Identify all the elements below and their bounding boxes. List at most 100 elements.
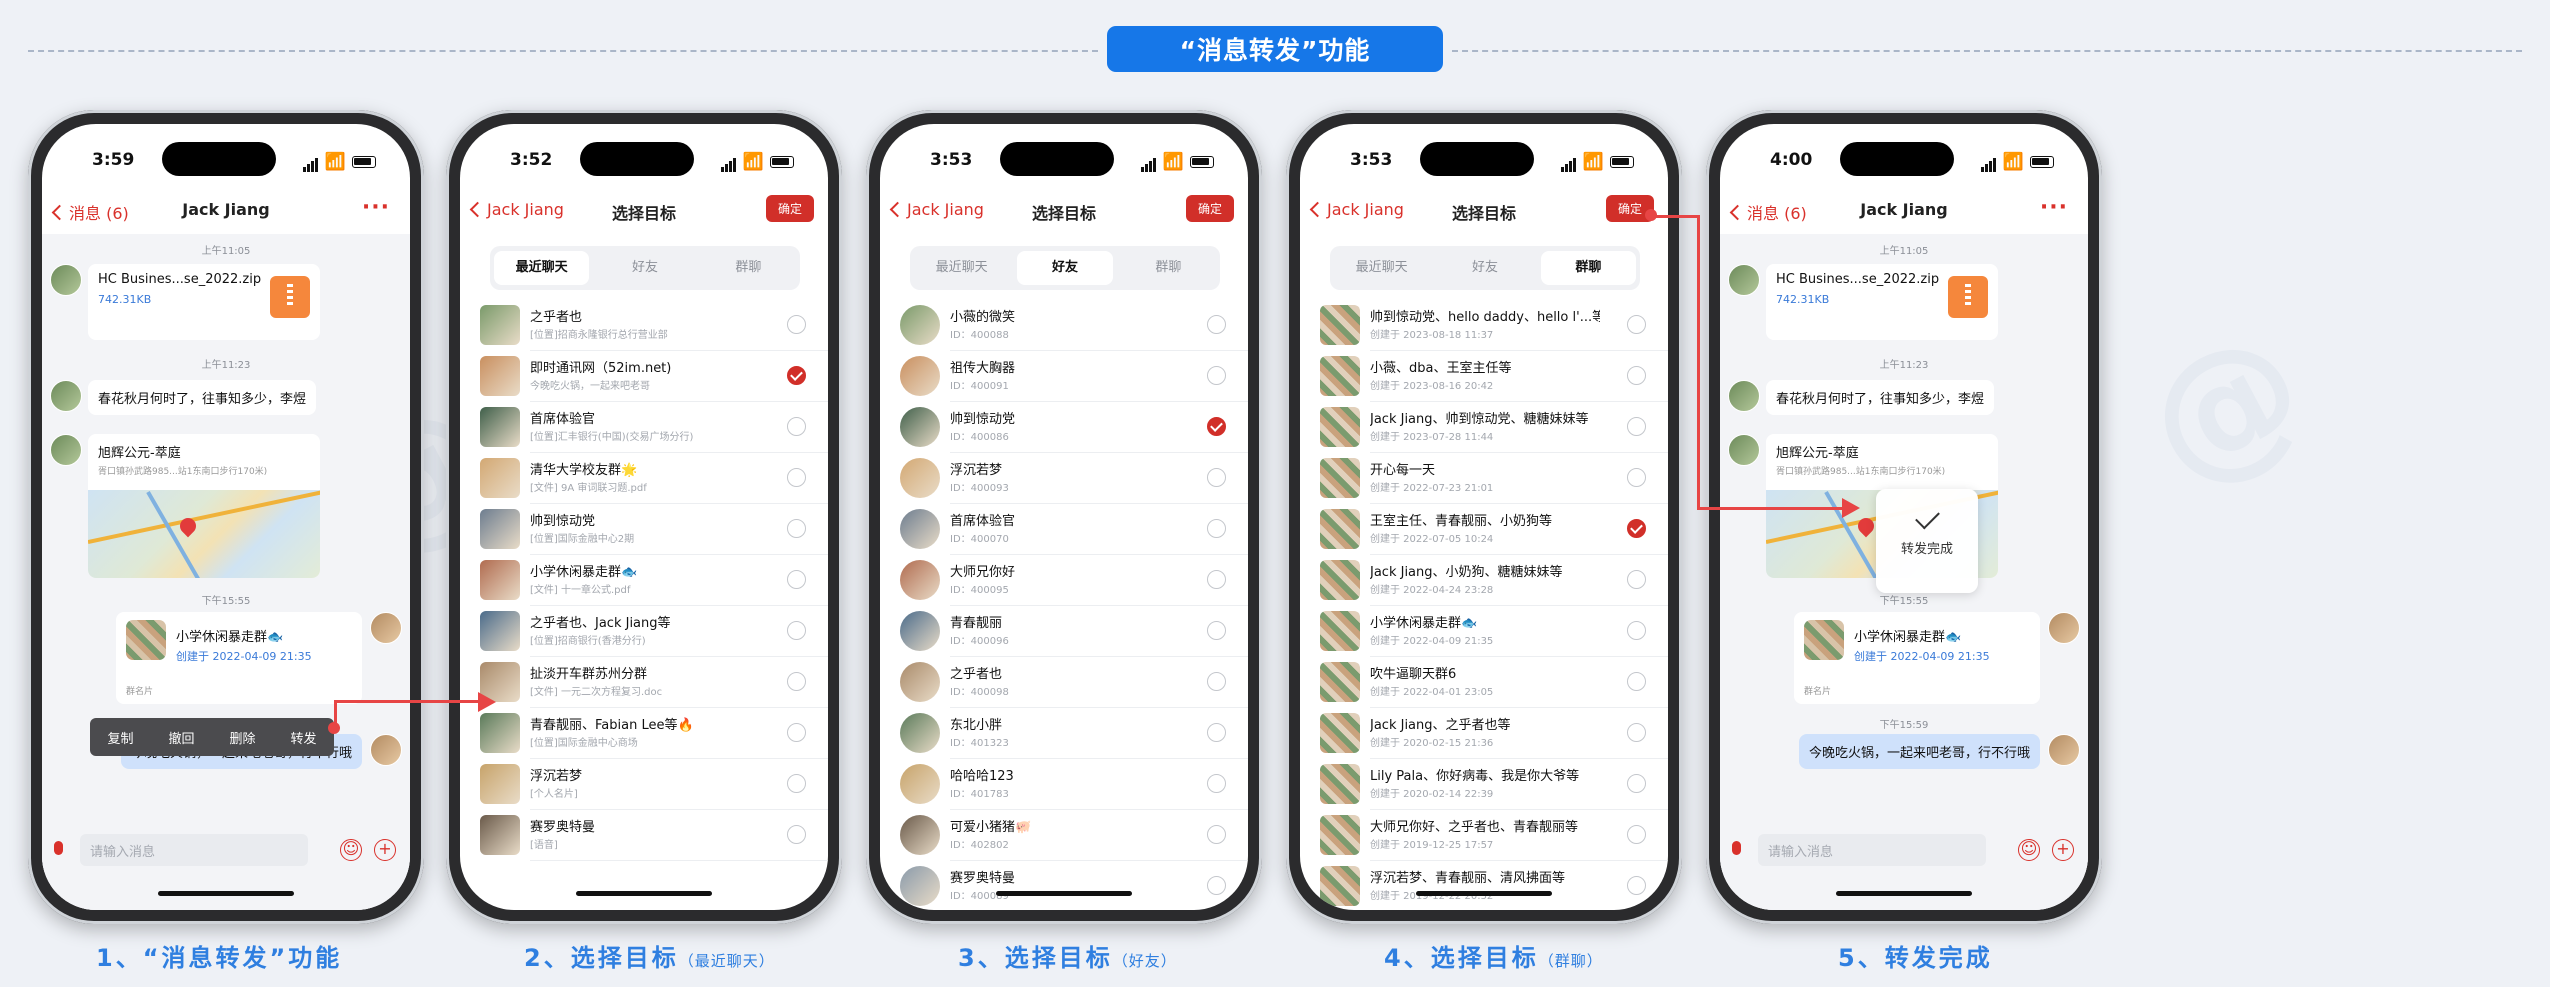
list-row[interactable]: 小薇、dba、王室主任等 创建于 2023-08-16 20:42 (1300, 351, 1668, 402)
radio-unchecked-icon[interactable] (1207, 876, 1226, 895)
avatar[interactable] (50, 380, 82, 412)
list-row[interactable]: 首席体验官 ID：400070 (880, 504, 1248, 555)
list-row[interactable]: 大师兄你好 ID：400095 (880, 555, 1248, 606)
group-card-message[interactable]: 小学休闲暴走群🐟 创建于 2022-04-09 21:35 群名片 (116, 612, 362, 704)
radio-unchecked-icon[interactable] (1627, 723, 1646, 742)
plus-icon[interactable]: + (374, 839, 396, 861)
radio-checked-icon[interactable] (1627, 519, 1646, 538)
emoji-icon[interactable]: ☺ (2018, 839, 2040, 861)
radio-unchecked-icon[interactable] (1207, 570, 1226, 589)
radio-unchecked-icon[interactable] (1627, 366, 1646, 385)
tab-groups[interactable]: 群聊 (1121, 251, 1216, 285)
microphone-icon[interactable] (54, 841, 63, 855)
avatar[interactable] (2048, 612, 2080, 644)
list-row[interactable]: 帅到惊动党、hello daddy、hello l'...等 创建于 2023-0… (1300, 300, 1668, 351)
radio-unchecked-icon[interactable] (1207, 672, 1226, 691)
file-message[interactable]: HC Busines...se_2022.zip 742.31KB (1766, 264, 1998, 340)
list-row[interactable]: 王室主任、青春靓丽、小奶狗等 创建于 2022-07-05 10:24 (1300, 504, 1668, 555)
avatar[interactable] (1728, 264, 1760, 296)
avatar[interactable] (370, 734, 402, 766)
radio-unchecked-icon[interactable] (1627, 621, 1646, 640)
radio-checked-icon[interactable] (787, 366, 806, 385)
radio-unchecked-icon[interactable] (787, 417, 806, 436)
list-row[interactable]: 之乎者也、Jack Jiang等 [位置]招商银行(香港分行) (460, 606, 828, 657)
list-row[interactable]: 小学休闲暴走群🐟 [文件] 十一章公式.pdf (460, 555, 828, 606)
list-row[interactable]: 吹牛逼聊天群6 创建于 2022-04-01 23:05 (1300, 657, 1668, 708)
list-row[interactable]: 帅到惊动党 ID：400086 (880, 402, 1248, 453)
radio-unchecked-icon[interactable] (787, 570, 806, 589)
avatar[interactable] (1728, 380, 1760, 412)
list-row[interactable]: 首席体验官 [位置]汇丰银行(中国)(交易广场分行) (460, 402, 828, 453)
list-row[interactable]: 之乎者也 [位置]招商永隆银行总行营业部 (460, 300, 828, 351)
radio-unchecked-icon[interactable] (787, 825, 806, 844)
radio-unchecked-icon[interactable] (787, 774, 806, 793)
list-row[interactable]: 帅到惊动党 [位置]国际金融中心2期 (460, 504, 828, 555)
list-row[interactable]: 浮沉若梦 ID：400093 (880, 453, 1248, 504)
location-message[interactable]: 旭辉公元-萃庭 胥口镇孙武路985...站1东南口步行170米) (88, 434, 320, 578)
list-row[interactable]: 大师兄你好、之乎者也、青春靓丽等 创建于 2019-12-25 17:57 (1300, 810, 1668, 861)
text-message[interactable]: 春花秋月何时了，往事知多少，李煜 (88, 380, 317, 415)
tab-friends[interactable]: 好友 (1437, 251, 1532, 285)
tab-recent[interactable]: 最近聊天 (494, 251, 590, 285)
radio-unchecked-icon[interactable] (787, 519, 806, 538)
tab-groups[interactable]: 群聊 (701, 251, 796, 285)
list-row[interactable]: Lily Pala、你好病毒、我是你大爷等 创建于 2020-02-14 22:3… (1300, 759, 1668, 810)
list-row[interactable]: 可爱小猪猪🐖 ID：402802 (880, 810, 1248, 861)
list-row[interactable]: Jack Jiang、小奶狗、糖糖妹妹等 创建于 2022-04-24 23:28 (1300, 555, 1668, 606)
emoji-icon[interactable]: ☺ (340, 839, 362, 861)
avatar[interactable] (50, 264, 82, 296)
menu-copy[interactable]: 复制 (107, 728, 133, 747)
microphone-icon[interactable] (1732, 841, 1741, 855)
list-row[interactable]: Jack Jiang、帅到惊动党、糖糖妹妹等 创建于 2023-07-28 11:… (1300, 402, 1668, 453)
radio-unchecked-icon[interactable] (1207, 825, 1226, 844)
more-icon[interactable]: ··· (362, 195, 390, 220)
list-row[interactable]: 东北小胖 ID：401323 (880, 708, 1248, 759)
radio-unchecked-icon[interactable] (787, 621, 806, 640)
radio-unchecked-icon[interactable] (1207, 366, 1226, 385)
avatar[interactable] (2048, 734, 2080, 766)
radio-unchecked-icon[interactable] (1627, 774, 1646, 793)
list-row[interactable]: 小学休闲暴走群🐟 创建于 2022-04-09 21:35 (1300, 606, 1668, 657)
list-row[interactable]: 即时通讯网（52im.net) 今晚吃火锅，一起来吧老哥 (460, 351, 828, 402)
list-row[interactable]: 清华大学校友群🌟 [文件] 9A 审词联习题.pdf (460, 453, 828, 504)
tab-groups[interactable]: 群聊 (1540, 251, 1636, 285)
list-row[interactable]: 祖传大胸器 ID：400091 (880, 351, 1248, 402)
plus-icon[interactable]: + (2052, 839, 2074, 861)
message-input[interactable]: 请输入消息 (1758, 834, 1986, 866)
radio-checked-icon[interactable] (1207, 417, 1226, 436)
list-row[interactable]: 浮沉若梦、青春靓丽、清风拂面等 创建于 2019-12-22 20:52 (1300, 861, 1668, 910)
list-row[interactable]: 哈哈哈123 ID：401783 (880, 759, 1248, 810)
radio-unchecked-icon[interactable] (1627, 876, 1646, 895)
avatar[interactable] (370, 612, 402, 644)
radio-unchecked-icon[interactable] (1627, 570, 1646, 589)
menu-forward[interactable]: 转发 (290, 728, 316, 747)
list-row[interactable]: 之乎者也 ID：400098 (880, 657, 1248, 708)
tab-recent[interactable]: 最近聊天 (1334, 251, 1429, 285)
group-card-message[interactable]: 小学休闲暴走群🐟 创建于 2022-04-09 21:35 群名片 (1794, 612, 2040, 704)
radio-unchecked-icon[interactable] (787, 315, 806, 334)
radio-unchecked-icon[interactable] (1627, 468, 1646, 487)
tab-friends[interactable]: 好友 (1017, 251, 1113, 285)
text-message[interactable]: 春花秋月何时了，往事知多少，李煜 (1766, 380, 1995, 415)
list-row[interactable]: 开心每一天 创建于 2022-07-23 21:01 (1300, 453, 1668, 504)
list-row[interactable]: 赛罗奥特曼 ID：400089 (880, 861, 1248, 910)
menu-recall[interactable]: 撤回 (168, 728, 194, 747)
list-row[interactable]: 赛罗奥特曼 [语音] (460, 810, 828, 861)
list-row[interactable]: Jack Jiang、之乎者也等 创建于 2020-02-15 21:36 (1300, 708, 1668, 759)
radio-unchecked-icon[interactable] (1627, 315, 1646, 334)
list-row[interactable]: 扯淡开车群苏州分群 [文件] 一元二次方程复习.doc (460, 657, 828, 708)
list-row[interactable]: 小薇的微笑 ID：400088 (880, 300, 1248, 351)
list-row[interactable]: 青春靓丽 ID：400096 (880, 606, 1248, 657)
avatar[interactable] (1728, 434, 1760, 466)
radio-unchecked-icon[interactable] (1627, 825, 1646, 844)
my-text-message[interactable]: 今晚吃火锅，一起来吧老哥，行不行哦 (1798, 734, 2040, 769)
menu-delete[interactable]: 删除 (229, 728, 255, 747)
radio-unchecked-icon[interactable] (787, 468, 806, 487)
radio-unchecked-icon[interactable] (787, 672, 806, 691)
confirm-button[interactable]: 确定 (766, 195, 814, 222)
radio-unchecked-icon[interactable] (1207, 621, 1226, 640)
more-icon[interactable]: ··· (2040, 195, 2068, 220)
radio-unchecked-icon[interactable] (1207, 315, 1226, 334)
confirm-button[interactable]: 确定 (1186, 195, 1234, 222)
message-input[interactable]: 请输入消息 (80, 834, 308, 866)
